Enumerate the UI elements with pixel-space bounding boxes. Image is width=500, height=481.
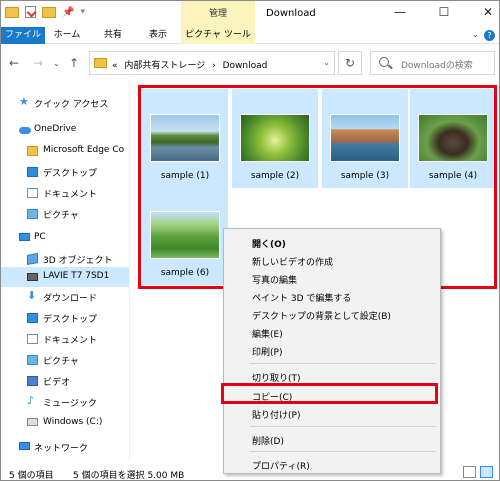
sidebar-item-downloads[interactable]: ⬇ ダウンロード	[1, 289, 129, 305]
pc-icon	[19, 233, 30, 241]
menu-separator	[250, 451, 436, 452]
search-placeholder: Downloadの検索	[401, 61, 473, 71]
cloud-icon	[19, 127, 31, 134]
close-icon[interactable]: ✕	[481, 5, 495, 19]
expand-ribbon-icon[interactable]: ⌄	[471, 30, 479, 40]
sidebar-item-windows-drive[interactable]: Windows (C:)	[1, 415, 129, 431]
menu-separator	[250, 426, 436, 427]
sidebar-item-documents-2[interactable]: ドキュメント	[1, 331, 129, 347]
tab-file[interactable]: ファイル	[1, 27, 45, 44]
sidebar-item-pictures-2[interactable]: ピクチャ	[1, 352, 129, 368]
help-icon[interactable]: ?	[484, 30, 495, 41]
title-bar: 📌 ▾ 管理 Download — ☐ ✕	[1, 1, 499, 27]
sidebar-item-lavie-device[interactable]: LAVIE T7 7SD1	[1, 267, 129, 287]
recent-locations-icon[interactable]: ⌄	[53, 59, 60, 68]
view-toggle	[463, 466, 493, 478]
breadcrumb-overflow[interactable]: «	[112, 61, 118, 71]
selection-info: 5 個の項目を選択 5.00 MB	[73, 471, 185, 481]
menu-item-print[interactable]: 印刷(P)	[224, 342, 440, 359]
folder-icon	[27, 146, 38, 156]
refresh-icon: ↻	[344, 56, 356, 70]
pane-divider[interactable]	[129, 79, 130, 461]
menu-item-set-wallpaper[interactable]: デスクトップの背景として設定(B)	[224, 306, 440, 323]
menu-item-delete[interactable]: 削除(D)	[224, 431, 440, 448]
sidebar-item-desktop[interactable]: デスクトップ	[1, 164, 129, 180]
search-box[interactable]: Downloadの検索	[370, 51, 495, 75]
address-bar[interactable]: « 内部共有ストレージ › Download ⌄	[89, 51, 335, 75]
new-folder-icon[interactable]	[42, 6, 56, 18]
tab-share[interactable]: 共有	[99, 27, 127, 44]
menu-item-edit[interactable]: 編集(E)	[224, 324, 440, 341]
sidebar-item-network[interactable]: ネットワーク	[1, 439, 129, 455]
window-title: Download	[266, 8, 316, 19]
context-tab-group-label: 管理	[181, 1, 255, 27]
sidebar-item-pictures[interactable]: ピクチャ	[1, 206, 129, 222]
device-icon	[27, 273, 38, 281]
properties-icon[interactable]	[25, 6, 36, 18]
navigation-pane: ★ クイック アクセス OneDrive Microsoft Edge Co デ…	[1, 91, 129, 454]
3d-objects-icon	[27, 253, 38, 265]
documents-icon	[27, 334, 38, 344]
item-count: 5 個の項目	[9, 471, 54, 481]
quick-access-toolbar: 📌 ▾	[5, 6, 85, 18]
desktop-icon	[27, 167, 38, 177]
tab-view[interactable]: 表示	[144, 27, 172, 44]
sidebar-item-documents[interactable]: ドキュメント	[1, 185, 129, 201]
sidebar-item-quick-access[interactable]: ★ クイック アクセス	[1, 95, 129, 111]
pictures-icon	[27, 209, 38, 219]
menu-item-create-video[interactable]: 新しいビデオの作成	[224, 252, 440, 269]
breadcrumb-item-download[interactable]: Download	[223, 61, 268, 71]
pictures-icon	[27, 355, 38, 365]
explorer-window: 📌 ▾ 管理 Download — ☐ ✕ ファイル ホーム 共有 表示 ピクチ…	[0, 0, 500, 481]
refresh-button[interactable]: ↻	[338, 51, 362, 75]
music-icon: ♪	[27, 394, 35, 407]
minimize-icon[interactable]: —	[393, 5, 407, 19]
window-controls: — ☐ ✕	[393, 5, 495, 19]
menu-item-paint3d[interactable]: ペイント 3D で編集する	[224, 288, 440, 305]
details-view-icon[interactable]	[463, 466, 476, 478]
breadcrumb-separator[interactable]: ›	[212, 61, 216, 71]
menu-item-open[interactable]: 開く(O)	[224, 234, 440, 251]
sidebar-item-onedrive[interactable]: OneDrive	[1, 122, 129, 138]
sidebar-item-music[interactable]: ♪ ミュージック	[1, 394, 129, 410]
tab-home[interactable]: ホーム	[53, 27, 81, 44]
video-icon	[27, 376, 38, 386]
folder-icon	[5, 6, 19, 18]
context-menu: 開く(O) 新しいビデオの作成 写真の編集 ペイント 3D で編集する デスクト…	[223, 228, 441, 474]
sidebar-item-3d-objects[interactable]: 3D オブジェクト	[1, 251, 129, 267]
download-icon: ⬇	[27, 289, 37, 302]
documents-icon	[27, 188, 38, 198]
customize-toolbar-icon[interactable]: ▾	[80, 7, 85, 17]
large-icons-view-icon[interactable]	[480, 466, 493, 478]
back-arrow-icon[interactable]: ←	[9, 56, 19, 70]
navigation-bar: ← → ⌄ ↑ « 内部共有ストレージ › Download ⌄ ↻ Downl…	[1, 48, 499, 78]
maximize-icon[interactable]: ☐	[437, 5, 451, 19]
search-icon	[379, 57, 389, 67]
up-arrow-icon[interactable]: ↑	[69, 56, 79, 70]
drive-icon	[27, 418, 38, 426]
chevron-down-icon[interactable]: ⌄	[323, 58, 330, 67]
desktop-icon	[27, 313, 38, 323]
star-icon: ★	[19, 95, 29, 108]
sidebar-item-edge-folder[interactable]: Microsoft Edge Co	[1, 143, 129, 159]
menu-separator	[250, 363, 436, 364]
menu-item-paste[interactable]: 貼り付け(P)	[224, 405, 440, 422]
folder-icon	[94, 58, 107, 68]
sidebar-item-pc[interactable]: PC	[1, 230, 129, 246]
network-icon	[19, 442, 30, 450]
breadcrumb-item-storage[interactable]: 内部共有ストレージ	[124, 61, 205, 71]
sidebar-item-desktop-2[interactable]: デスクトップ	[1, 310, 129, 326]
status-bar: 5 個の項目 5 個の項目を選択 5.00 MB	[1, 463, 499, 481]
breadcrumb: « 内部共有ストレージ › Download	[112, 58, 271, 71]
menu-item-edit-photo[interactable]: 写真の編集	[224, 270, 440, 287]
pin-icon[interactable]: 📌	[62, 7, 74, 18]
forward-arrow-icon[interactable]: →	[33, 56, 43, 70]
ribbon-tabs: ファイル ホーム 共有 表示 ピクチャ ツール ⌄ ?	[1, 27, 499, 44]
highlight-box-copy	[221, 383, 438, 404]
sidebar-item-videos[interactable]: ビデオ	[1, 373, 129, 389]
tab-picture-tools[interactable]: ピクチャ ツール	[181, 27, 255, 44]
